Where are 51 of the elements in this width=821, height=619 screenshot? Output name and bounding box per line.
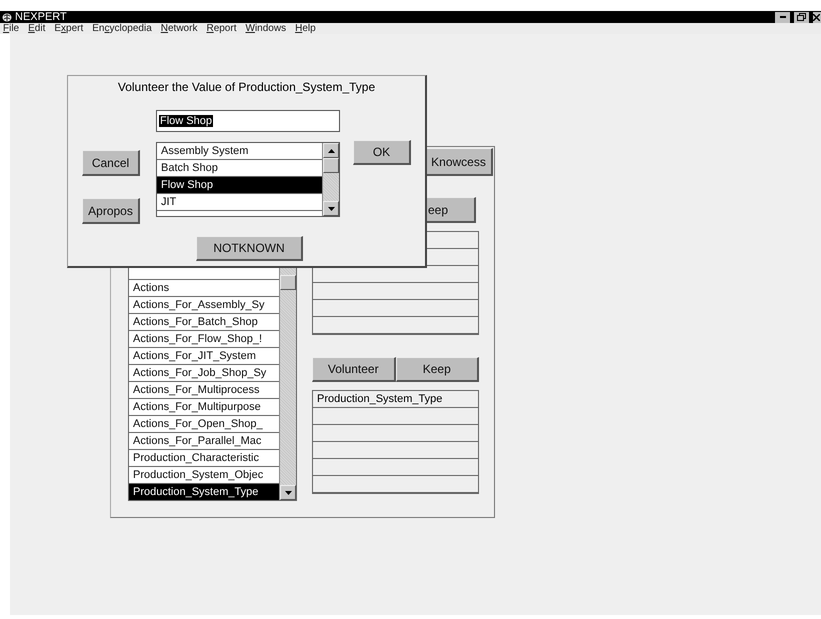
scroll-down-button[interactable] [280, 485, 296, 500]
menu-item[interactable]: Windows [245, 23, 286, 34]
keep-button[interactable]: Keep [396, 357, 479, 382]
menu-item[interactable]: Encyclopedia [92, 23, 152, 34]
list-item[interactable]: Assembly System [157, 143, 322, 160]
cancel-button[interactable]: Cancel [82, 150, 140, 176]
notknown-button[interactable]: NOTKNOWN [196, 236, 303, 261]
up-arrow-icon [328, 148, 334, 152]
scroll-down-button[interactable] [323, 201, 339, 216]
menu-item[interactable]: Network [160, 23, 198, 34]
scroll-thumb[interactable] [280, 275, 296, 290]
menu-item[interactable]: File [3, 23, 20, 34]
list-item[interactable]: Actions_For_Open_Shop_ [129, 415, 279, 432]
list-item[interactable]: Actions_For_Parallel_Mac [129, 432, 279, 449]
value-field[interactable]: Flow Shop [156, 110, 340, 132]
ok-button[interactable]: OK [353, 140, 411, 165]
list-item[interactable]: Actions_For_Flow_Shop_! [129, 330, 279, 347]
knowcess-button[interactable]: Knowcess [425, 148, 493, 176]
minimize-button[interactable] [775, 12, 790, 22]
list-item[interactable]: JIT [157, 194, 322, 211]
keep-button[interactable]: eep [424, 197, 476, 223]
list-item[interactable]: Actions_For_Multipurpose [129, 398, 279, 415]
dialog-title: Volunteer the Value of Production_System_Type [116, 80, 376, 94]
minimize-icon [780, 16, 786, 18]
list-item[interactable]: Production_Characteristic [129, 449, 279, 466]
down-arrow-icon [284, 490, 292, 494]
window-title: NEXPERT [15, 11, 68, 23]
scroll-up-button[interactable] [323, 143, 339, 158]
list-item[interactable]: Actions_For_Multiprocess [129, 381, 279, 398]
down-arrow-icon [328, 206, 334, 210]
list-item[interactable]: Production_System_Type [129, 483, 279, 500]
scrollbar[interactable] [322, 143, 339, 216]
restore-button[interactable] [794, 12, 809, 22]
menu-item[interactable]: Report [206, 23, 236, 34]
list-item[interactable]: Actions_For_Batch_Shop [129, 313, 279, 330]
table-cell: Production_System_Type [313, 391, 478, 408]
list-item[interactable]: Actions [129, 279, 279, 296]
list-item[interactable]: Actions_For_JIT_System [129, 347, 279, 364]
list-item[interactable]: Batch Shop [157, 160, 322, 177]
scroll-thumb[interactable] [323, 158, 339, 173]
list-item[interactable]: Actions_For_Job_Shop_Sy [129, 364, 279, 381]
menu-item[interactable]: Edit [28, 23, 46, 34]
close-button[interactable] [813, 12, 821, 22]
volunteer-button[interactable]: Volunteer [312, 357, 396, 382]
apropos-button[interactable]: Apropos [82, 198, 140, 224]
list-item[interactable]: Production_System_Objec [129, 466, 279, 483]
menu-item[interactable]: Help [295, 23, 316, 34]
list-item[interactable]: Actions_For_Assembly_Sy [129, 296, 279, 313]
menu-item[interactable]: Expert [54, 23, 84, 34]
brain-icon [2, 12, 12, 22]
list-item[interactable]: Flow Shop [157, 177, 322, 194]
